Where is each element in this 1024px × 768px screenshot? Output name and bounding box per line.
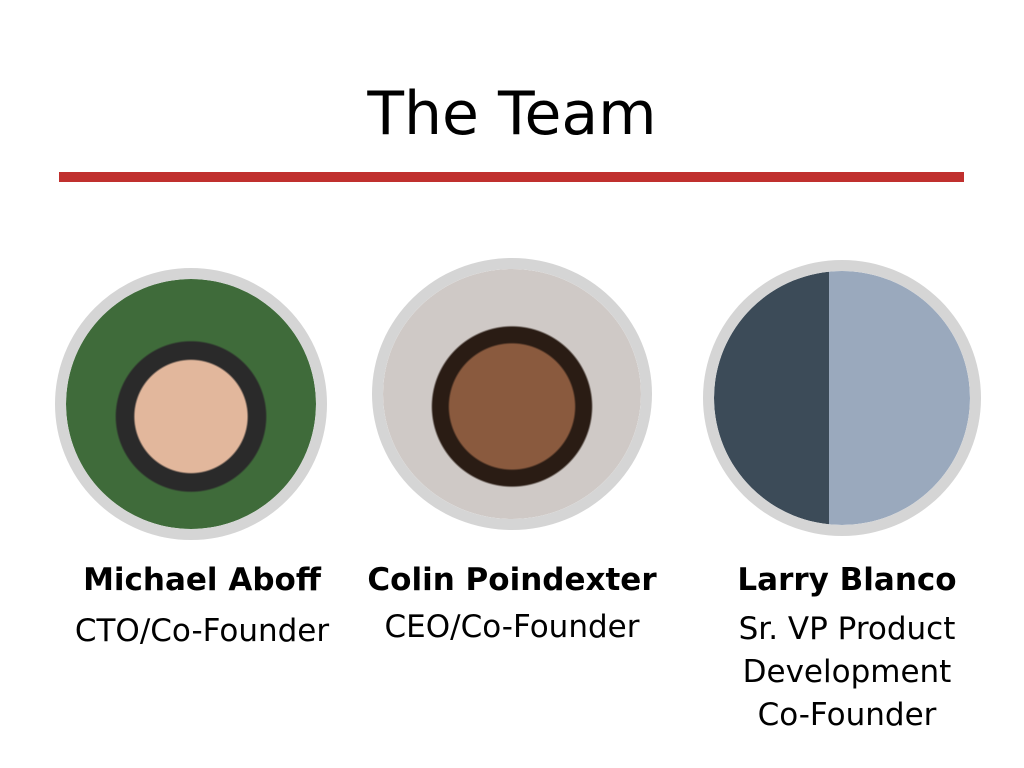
member-role: CTO/Co-Founder bbox=[74, 613, 330, 649]
title-divider bbox=[59, 172, 964, 182]
member-photo-colin bbox=[372, 258, 652, 530]
member-photo-michael bbox=[55, 268, 327, 540]
member-name: Colin Poindexter bbox=[367, 562, 657, 598]
member-role: Sr. VP Product Development Co-Founder bbox=[738, 611, 956, 733]
member-name: Michael Aboff bbox=[83, 562, 321, 598]
member-role: CEO/Co-Founder bbox=[384, 609, 640, 645]
slide-title: The Team bbox=[367, 79, 657, 149]
member-photo-larry bbox=[703, 260, 981, 536]
member-name: Larry Blanco bbox=[737, 562, 957, 598]
